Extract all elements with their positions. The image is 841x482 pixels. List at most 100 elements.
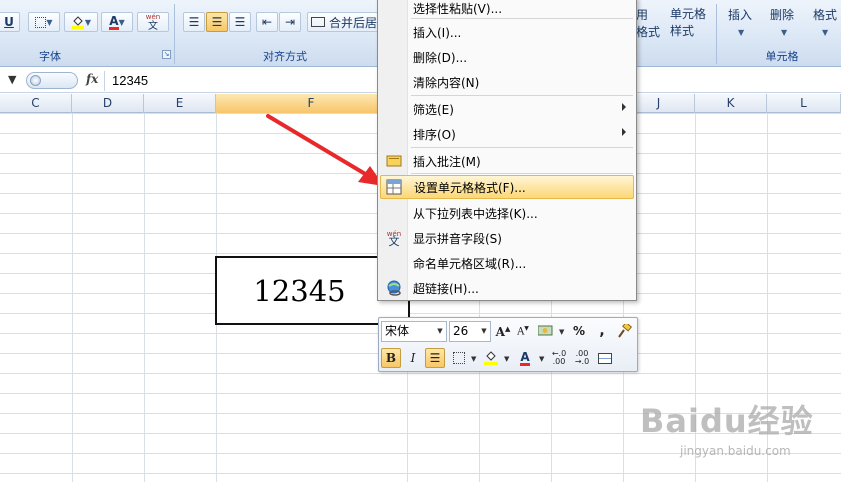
font-name-value: 宋体 [385, 324, 410, 338]
fill-color-button[interactable]: ▼ [64, 12, 98, 32]
menu-item-clear-contents[interactable]: 清除内容(N) [380, 70, 634, 94]
fill-bucket-icon [484, 351, 498, 365]
menu-item-insert-comment[interactable]: 插入批注(M) [380, 149, 634, 173]
bold-label: B [385, 351, 397, 365]
increase-indent-button[interactable]: ⇥ [279, 12, 301, 32]
alignment-group-label: 对齐方式 [263, 50, 307, 63]
underline-button[interactable]: U [0, 12, 20, 32]
format-painter-button[interactable] [615, 321, 635, 341]
chevron-down-icon[interactable]: ▼ [504, 355, 509, 363]
menu-item-label: 插入批注(M) [413, 155, 481, 169]
insert-cells-button[interactable]: 插入 [728, 6, 752, 23]
merge-center-button[interactable] [595, 348, 615, 368]
cell-styles-button[interactable]: 单元格 样式 [670, 6, 706, 40]
chevron-down-icon: ▼ [781, 28, 788, 37]
insert-function-icon[interactable]: fx [86, 72, 98, 86]
phonetic-button[interactable]: wén 文 [137, 12, 169, 32]
menu-item-insert[interactable]: 插入(I)... [380, 20, 634, 44]
font-size-combo[interactable]: 26 ▼ [449, 321, 491, 342]
menu-item-format-cells[interactable]: 设置单元格格式(F)... [380, 175, 634, 199]
borders-button[interactable]: ▼ [28, 12, 60, 32]
italic-button[interactable]: I [403, 348, 423, 368]
chevron-down-icon[interactable]: ▼ [434, 322, 446, 341]
center-button[interactable]: ☰ [425, 348, 445, 368]
comma-button[interactable]: , [592, 321, 612, 341]
font-color-button[interactable]: A [515, 348, 535, 368]
menu-item-paste-special[interactable]: 选择性粘贴(V)... [380, 0, 634, 20]
decrease-decimal-button[interactable]: .00 →.0 [572, 348, 592, 368]
column-header-e[interactable]: E [144, 94, 216, 113]
font-size-value: 26 [453, 324, 469, 338]
column-header-d[interactable]: D [72, 94, 144, 113]
formula-input[interactable]: 12345 [112, 73, 148, 88]
chevron-down-icon[interactable]: ▼ [539, 355, 544, 363]
chevron-down-icon[interactable]: ▼ [478, 322, 490, 341]
increase-decimal-button[interactable]: ←.0.00 [549, 348, 569, 368]
font-dialog-launcher[interactable]: ↘ [162, 50, 171, 59]
increase-indent-icon: ⇥ [284, 15, 296, 29]
menu-item-filter[interactable]: 筛选(E) [380, 97, 634, 121]
group-separator [716, 4, 717, 64]
percent-label: % [572, 324, 586, 338]
align-left-button[interactable]: ☰ [183, 12, 205, 32]
formula-bar-slider[interactable] [26, 72, 78, 89]
menu-item-define-name[interactable]: 命名单元格区域(R)... [380, 251, 634, 275]
chevron-down-icon[interactable]: ▼ [559, 328, 564, 336]
menu-item-pick-from-list[interactable]: 从下拉列表中选择(K)... [380, 201, 634, 225]
chevron-down-icon: ▼ [84, 17, 92, 27]
align-right-icon: ☰ [234, 15, 246, 29]
shrink-font-button[interactable]: A▼ [513, 321, 533, 341]
phonetic-icon: wén 文 [386, 230, 402, 247]
menu-separator [411, 95, 633, 96]
currency-icon [538, 325, 553, 336]
format-cells-ribbon-button[interactable]: 格式 [813, 6, 837, 23]
delete-cells-button[interactable]: 删除 [770, 6, 794, 23]
decrease-decimal-icon: .00 →.0 [574, 349, 590, 366]
accounting-format-button[interactable] [536, 321, 556, 341]
format-cells-icon [386, 179, 402, 195]
borders-icon [35, 16, 47, 28]
grid-line [695, 113, 696, 482]
align-right-button[interactable]: ☰ [229, 12, 251, 32]
grid-line [72, 113, 73, 482]
align-center-icon: ☰ [211, 15, 223, 29]
comma-label: , [599, 323, 605, 339]
bold-button[interactable]: B [381, 348, 401, 368]
menu-item-label: 排序(O) [413, 128, 456, 142]
align-center-button[interactable]: ☰ [206, 12, 228, 32]
align-center-icon: ☰ [429, 351, 441, 365]
fill-color-button[interactable] [481, 348, 501, 368]
font-group-label: 字体 [39, 50, 61, 63]
underline-label: U [4, 15, 14, 29]
column-header-l[interactable]: L [767, 94, 841, 113]
cells-group-label: 单元格 [765, 50, 799, 63]
merge-icon [311, 17, 325, 27]
percent-button[interactable]: % [569, 321, 589, 341]
menu-item-label: 超链接(H)... [413, 282, 479, 296]
font-color-button[interactable]: A ▼ [101, 12, 133, 32]
menu-item-hyperlink[interactable]: 超链接(H)... [380, 276, 634, 300]
menu-item-label: 选择性粘贴(V)... [413, 2, 503, 16]
formula-separator [104, 71, 105, 91]
menu-item-label: 命名单元格区域(R)... [413, 257, 527, 271]
borders-button[interactable] [449, 348, 469, 368]
grow-font-button[interactable]: A▲ [493, 321, 513, 341]
namebox-dropdown-icon[interactable]: ▼ [8, 73, 16, 86]
merge-center-button[interactable]: 合并后居 [307, 12, 383, 32]
decrease-indent-button[interactable]: ⇤ [256, 12, 278, 32]
column-header-c[interactable]: C [0, 94, 72, 113]
format-painter-icon [618, 324, 632, 338]
column-header-k[interactable]: K [695, 94, 767, 113]
menu-item-label: 删除(D)... [413, 51, 468, 65]
menu-item-delete[interactable]: 删除(D)... [380, 45, 634, 69]
font-name-combo[interactable]: 宋体 ▼ [381, 321, 447, 342]
italic-label: I [410, 351, 416, 365]
comment-icon [386, 155, 402, 167]
menu-item-label: 设置单元格格式(F)... [414, 181, 526, 195]
slider-knob-icon[interactable] [30, 75, 41, 86]
menu-item-sort[interactable]: 排序(O) [380, 122, 634, 146]
menu-item-show-phonetic[interactable]: wén 文 显示拼音字段(S) [380, 226, 634, 250]
chevron-down-icon[interactable]: ▼ [471, 355, 476, 363]
menu-separator [411, 173, 633, 174]
font-color-icon: A [109, 13, 119, 30]
